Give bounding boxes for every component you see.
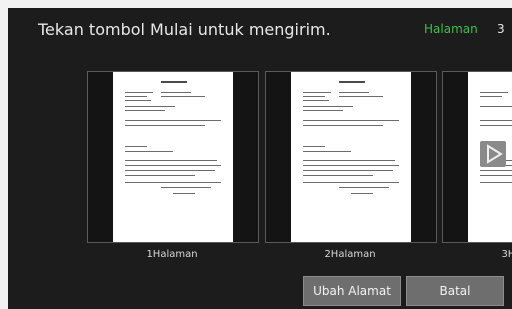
next-page-button[interactable]	[480, 141, 506, 167]
page-count: 3	[497, 22, 505, 36]
play-icon	[487, 144, 503, 164]
page-label-1: 1Halaman	[146, 249, 198, 260]
instruction-text: Tekan tombol Mulai untuk mengirim.	[38, 20, 331, 39]
page-label-3: 3Halaman	[501, 249, 512, 260]
page-label: Halaman	[424, 22, 478, 36]
document-preview	[113, 72, 233, 242]
page-label-2: 2Halaman	[324, 249, 376, 260]
send-preview-screen: Tekan tombol Mulai untuk mengirim. Halam…	[8, 8, 512, 309]
document-preview	[291, 72, 411, 242]
page-thumbnail-1[interactable]	[87, 71, 259, 243]
cancel-button[interactable]: Batal	[406, 276, 504, 306]
change-address-button[interactable]: Ubah Alamat	[303, 276, 401, 306]
page-thumbnail-2[interactable]	[265, 71, 437, 243]
